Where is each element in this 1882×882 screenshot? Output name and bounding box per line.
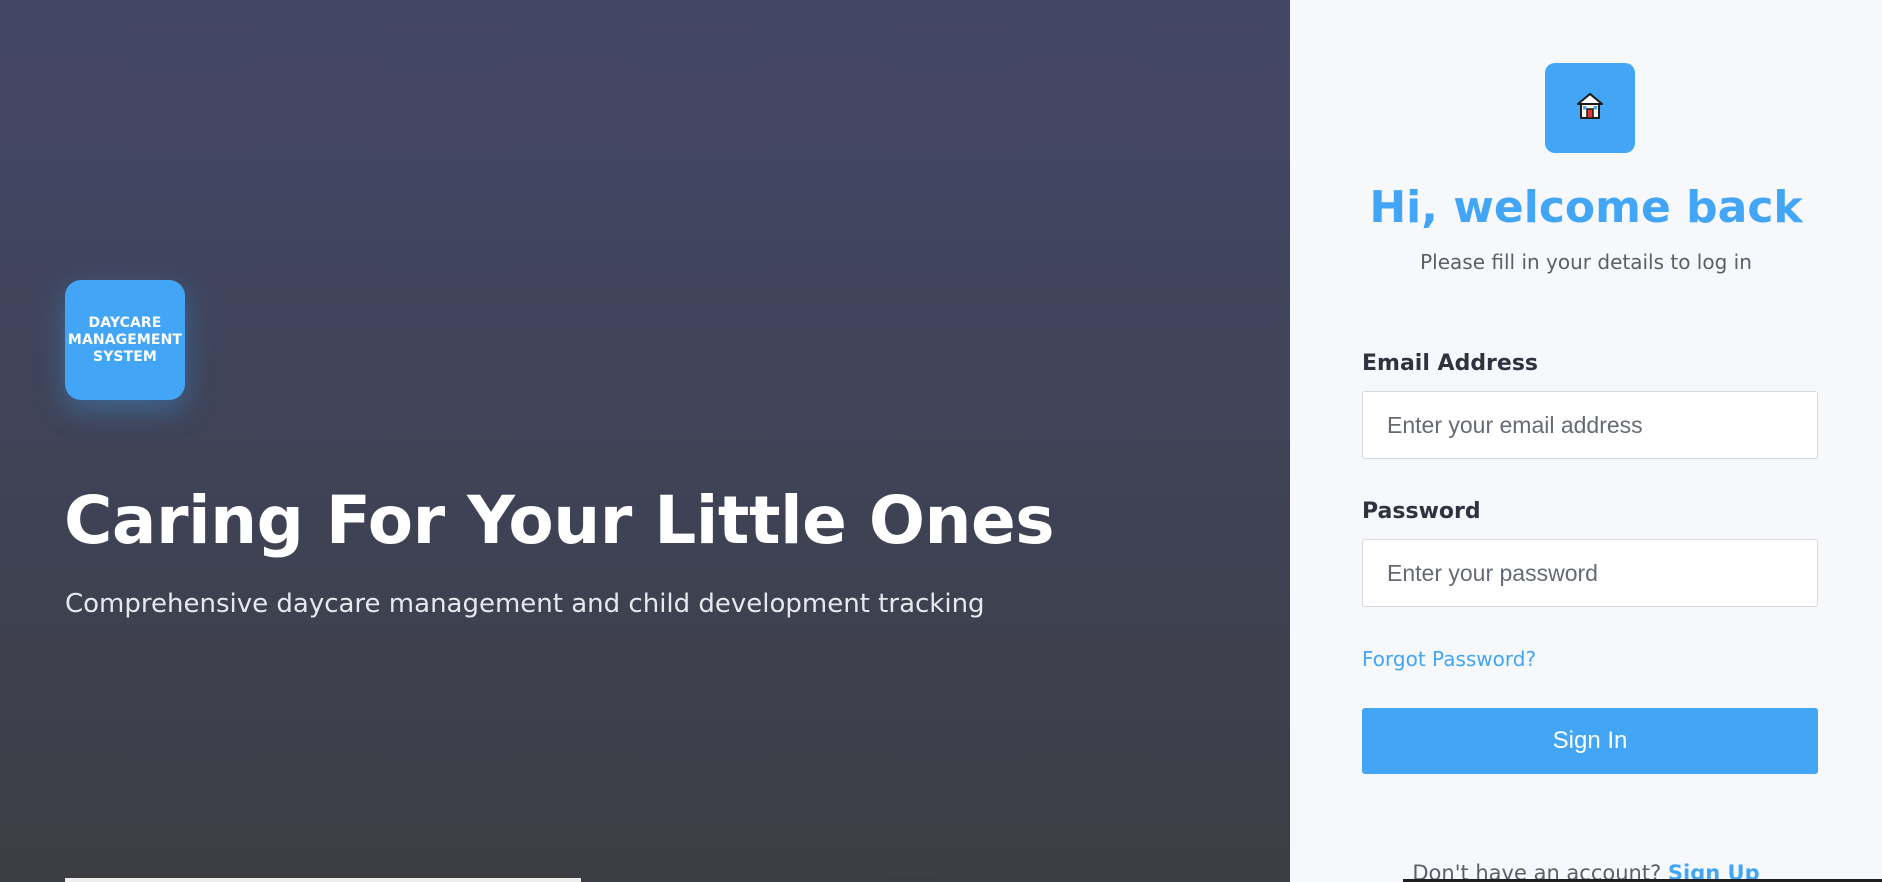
sign-in-button[interactable]: Sign In <box>1362 708 1818 774</box>
logo-text: DAYCARE MANAGEMENT SYSTEM <box>67 314 183 365</box>
hero-panel: DAYCARE MANAGEMENT SYSTEM Caring For You… <box>0 0 1290 882</box>
login-page: DAYCARE MANAGEMENT SYSTEM Caring For You… <box>0 0 1882 882</box>
welcome-subheading: Please fill in your details to log in <box>1420 250 1752 274</box>
email-field[interactable] <box>1362 391 1818 459</box>
app-icon <box>1545 63 1635 153</box>
password-field[interactable] <box>1362 539 1818 607</box>
password-label: Password <box>1362 499 1481 524</box>
hero-subtitle: Comprehensive daycare management and chi… <box>65 589 985 619</box>
divider <box>888 879 940 881</box>
welcome-heading: Hi, welcome back <box>1369 182 1803 233</box>
app-logo: DAYCARE MANAGEMENT SYSTEM <box>65 280 185 400</box>
house-icon <box>1575 91 1605 125</box>
email-label: Email Address <box>1362 351 1539 376</box>
forgot-password-link[interactable]: Forgot Password? <box>1362 645 1536 673</box>
login-panel: Hi, welcome back Please fill in your det… <box>1290 0 1882 882</box>
hero-title: Caring For Your Little Ones <box>64 482 1055 559</box>
scrollbar-track <box>65 878 581 882</box>
